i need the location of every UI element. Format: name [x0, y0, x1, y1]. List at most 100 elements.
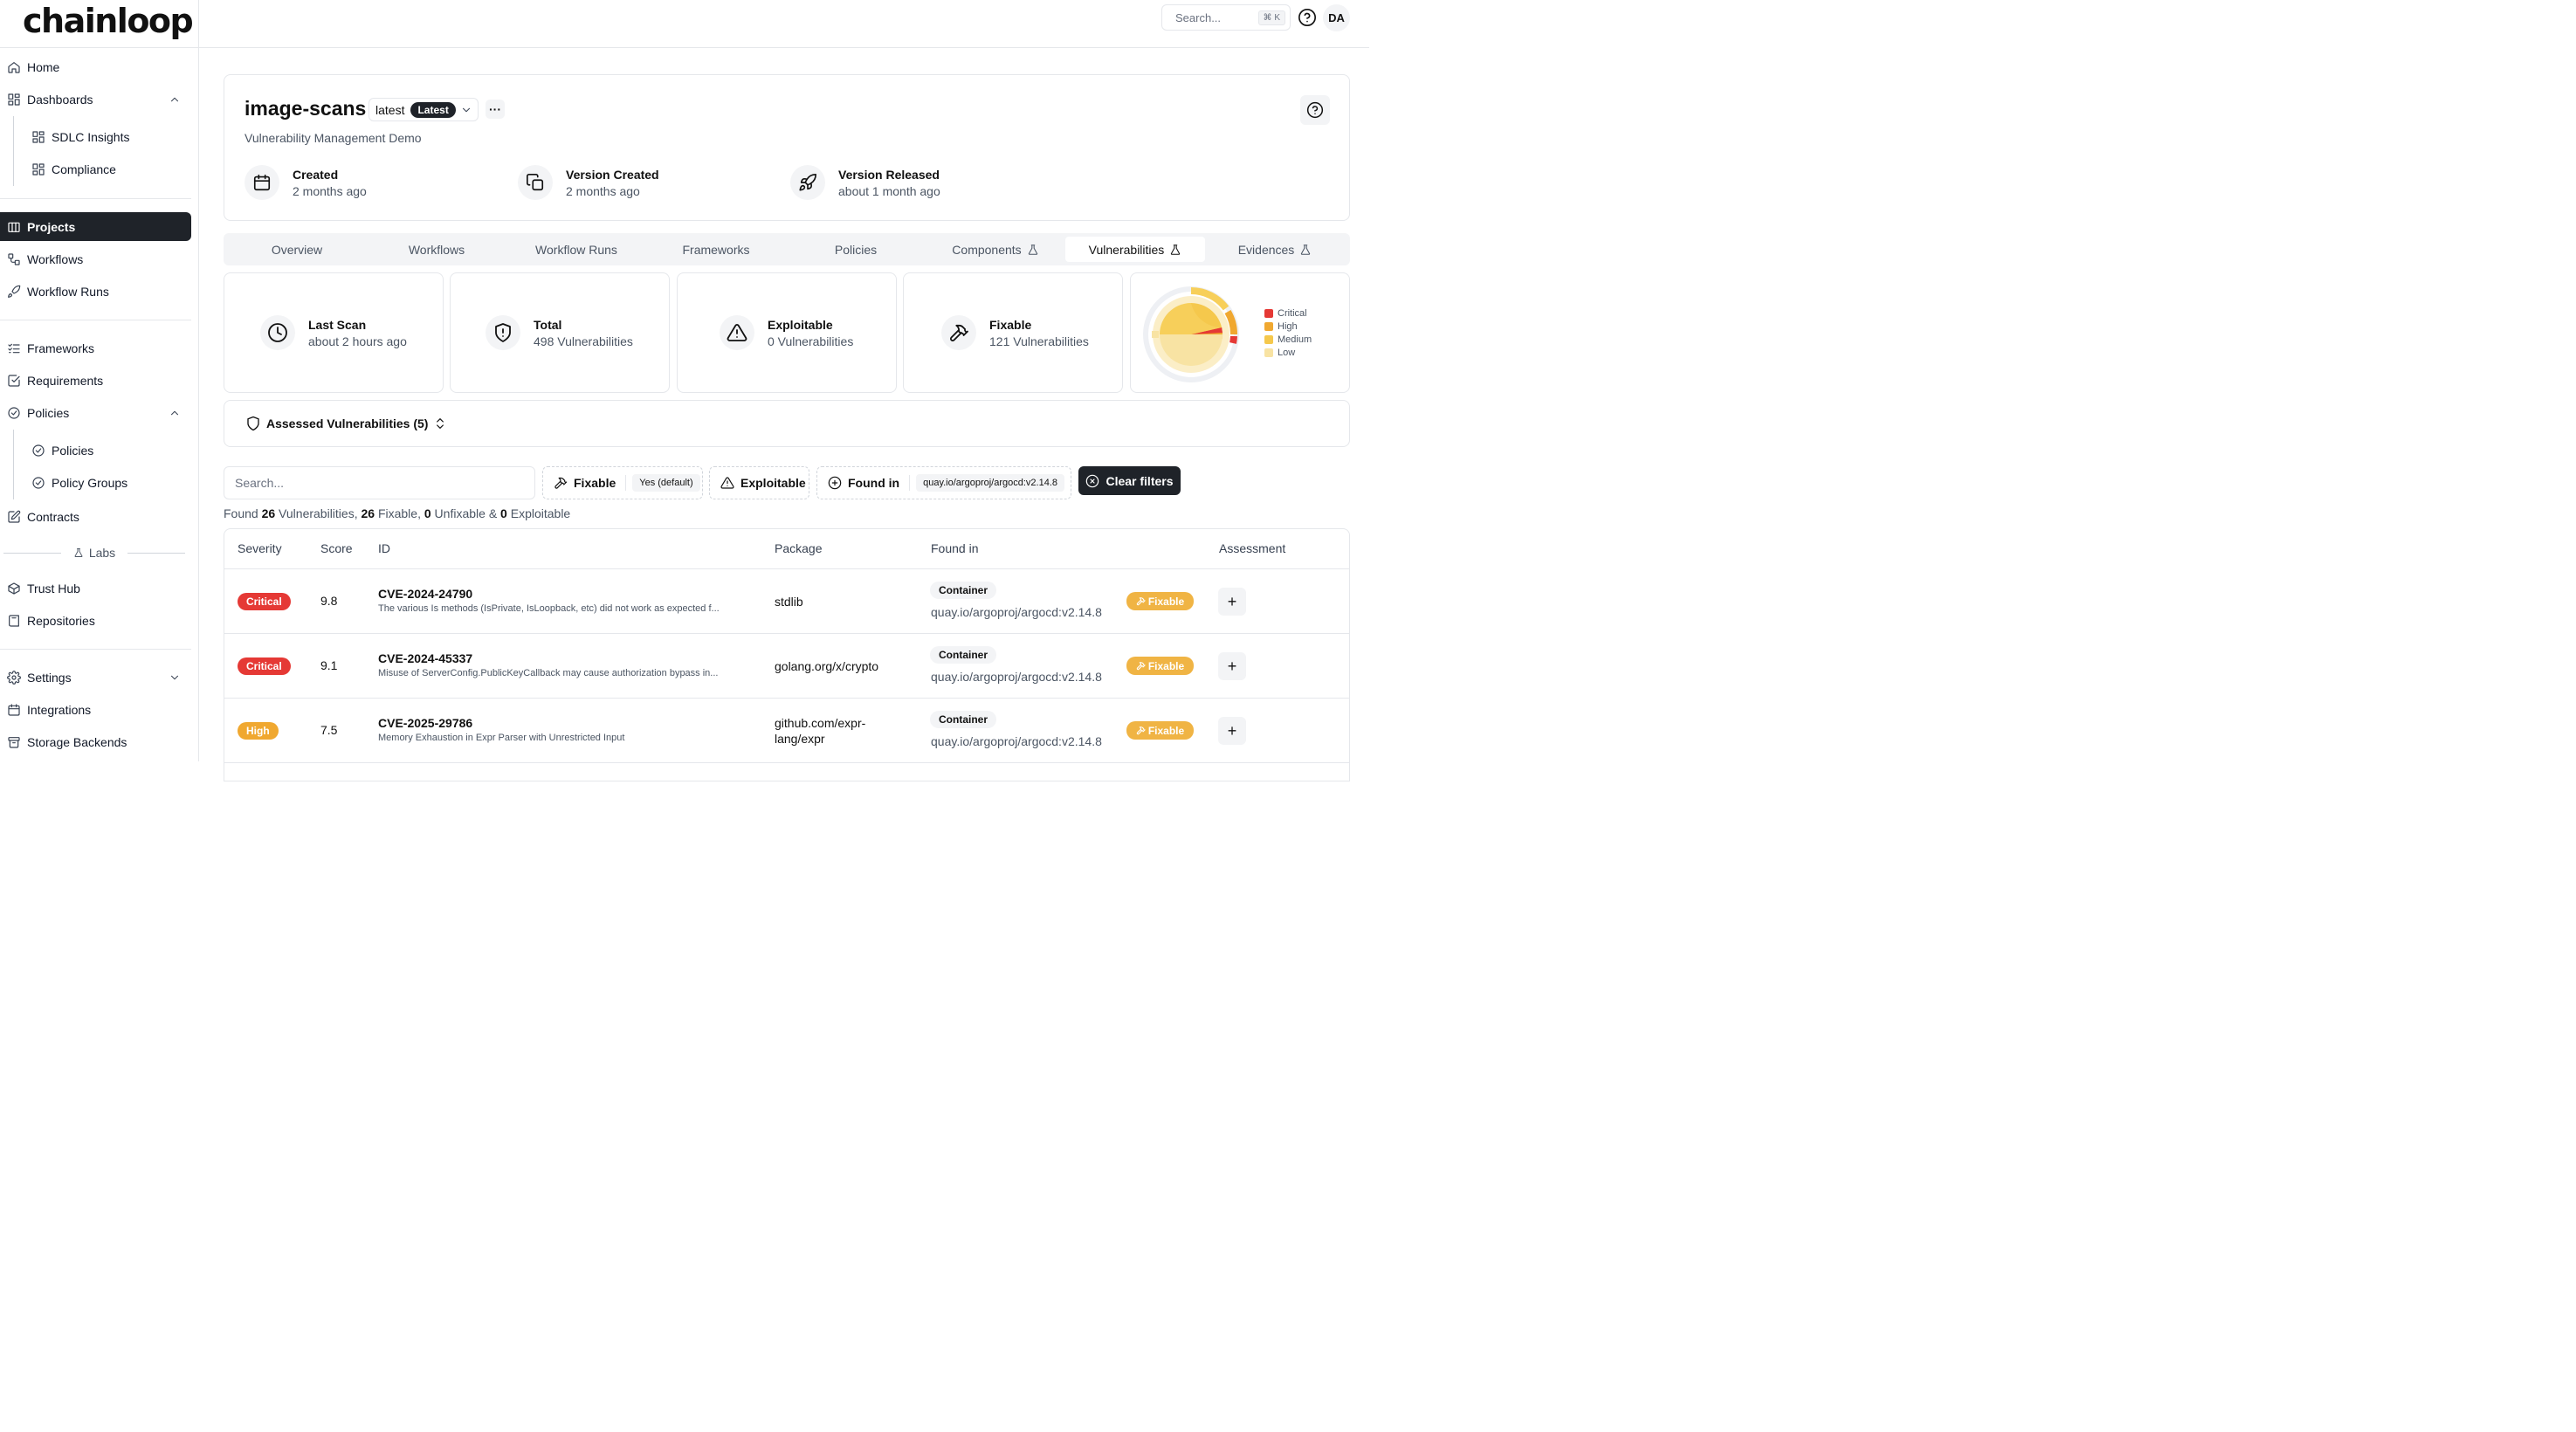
sidebar-item-dashboards[interactable]: Dashboards: [0, 85, 191, 114]
package-name: stdlib: [775, 595, 803, 609]
sidebar-item-sdlc-insights[interactable]: SDLC Insights: [0, 122, 191, 151]
sidebar-item-policy-groups[interactable]: Policy Groups: [0, 468, 191, 497]
stat-exploitable: Exploitable 0 Vulnerabilities: [677, 272, 897, 393]
sidebar-item-integrations[interactable]: Integrations: [0, 695, 191, 724]
avatar[interactable]: DA: [1323, 4, 1350, 31]
sidebar-item-frameworks[interactable]: Frameworks: [0, 334, 191, 362]
version-select[interactable]: latest Latest: [368, 98, 479, 121]
vulnerabilities-table: Severity Score ID Package Found in Asses…: [224, 528, 1350, 781]
column-header[interactable]: Score: [320, 541, 353, 555]
clear-filters-label: Clear filters: [1105, 473, 1174, 488]
sidebar-item-workflow-runs[interactable]: Workflow Runs: [0, 277, 191, 306]
sidebar-item-label: Repositories: [27, 613, 95, 628]
cve-id[interactable]: CVE-2024-24790: [378, 587, 472, 601]
fixable-label: Fixable: [1147, 659, 1185, 672]
stat-title: Last Scan: [308, 317, 367, 332]
cve-id[interactable]: CVE-2025-29786: [378, 716, 472, 730]
stat-total: Total 498 Vulnerabilities: [450, 272, 670, 393]
more-options-button[interactable]: ···: [486, 100, 505, 119]
package-name: github.com/expr-lang/expr: [775, 716, 866, 746]
tab-workflows[interactable]: Workflows: [367, 237, 506, 262]
meta-title: Created: [293, 167, 339, 182]
sidebar-item-settings[interactable]: Settings: [0, 663, 191, 692]
clock-icon: [268, 323, 287, 342]
legend-label: Low: [1278, 347, 1296, 358]
sidebar-item-trust-hub[interactable]: Trust Hub: [0, 574, 191, 602]
labs-divider: Labs: [3, 544, 186, 561]
tab-overview[interactable]: Overview: [227, 237, 367, 262]
tab-evidences[interactable]: Evidences: [1205, 237, 1345, 262]
table-row[interactable]: Critical 9.8 CVE-2024-24790 The various …: [224, 569, 1349, 634]
stat-title: Exploitable: [768, 317, 833, 332]
chevron-up-icon[interactable]: [169, 93, 181, 106]
tab-policies[interactable]: Policies: [786, 237, 926, 262]
clear-filters-button[interactable]: Clear filters: [1078, 466, 1181, 495]
found-in-filter[interactable]: Found in quay.io/argoproj/argocd:v2.14.8: [816, 466, 1071, 499]
sidebar-item-requirements[interactable]: Requirements: [0, 366, 191, 395]
sidebar-item-contracts[interactable]: Contracts: [0, 502, 191, 531]
column-header[interactable]: Found in: [931, 541, 978, 555]
exploitable-filter[interactable]: Exploitable: [709, 466, 809, 499]
home-icon: [8, 61, 20, 73]
tab-frameworks[interactable]: Frameworks: [646, 237, 786, 262]
column-header[interactable]: Severity: [238, 541, 282, 555]
check-circle-icon: [32, 444, 45, 457]
legend-label: High: [1278, 320, 1298, 332]
summary-total: 26: [261, 506, 276, 520]
table-row[interactable]: Critical 9.1 CVE-2024-45337 Misuse of Se…: [224, 634, 1349, 699]
chevron-up-icon[interactable]: [169, 407, 181, 419]
hammer-icon: [1136, 597, 1146, 606]
stat-value: 498 Vulnerabilities: [534, 334, 633, 348]
chevrons-up-down-icon[interactable]: [433, 417, 447, 430]
add-assessment-button[interactable]: +: [1218, 588, 1246, 616]
column-header[interactable]: Package: [775, 541, 822, 555]
sidebar-item-policies[interactable]: Policies: [0, 398, 191, 427]
global-search-input[interactable]: Search... ⌘ K: [1161, 4, 1291, 31]
legend-item: High: [1264, 320, 1312, 333]
hammer-icon: [950, 324, 968, 341]
search-placeholder: Search...: [235, 476, 285, 490]
sidebar-item-compliance[interactable]: Compliance: [0, 155, 191, 183]
found-in-value: quay.io/argoproj/argocd:v2.14.8: [931, 670, 1102, 684]
package-icon: [8, 582, 20, 595]
help-icon: [1306, 101, 1324, 119]
meta-value: about 1 month ago: [838, 183, 940, 198]
assessed-vulnerabilities-bar[interactable]: Assessed Vulnerabilities (5): [224, 400, 1350, 447]
tab-components[interactable]: Components: [926, 237, 1065, 262]
check-circle-icon: [8, 406, 20, 419]
sidebar-item-projects[interactable]: Projects: [0, 212, 191, 241]
sidebar-item-workflows[interactable]: Workflows: [0, 244, 191, 273]
table-row[interactable]: High 7.5 CVE-2025-29786 Memory Exhaustio…: [224, 699, 1349, 763]
sidebar-item-label: Settings: [27, 670, 72, 685]
rocket-icon: [8, 285, 21, 298]
sidebar-item-policies-sub[interactable]: Policies: [0, 436, 191, 465]
vulnerability-search-input[interactable]: Search...: [224, 466, 535, 499]
column-header[interactable]: Assessment: [1219, 541, 1285, 555]
sidebar-item-repositories[interactable]: Repositories: [0, 606, 191, 635]
legend-item: Low: [1264, 346, 1312, 359]
tab-vulnerabilities[interactable]: Vulnerabilities: [1065, 237, 1205, 262]
add-assessment-button[interactable]: +: [1218, 717, 1246, 745]
sidebar-item-storage-backends[interactable]: Storage Backends: [0, 727, 191, 756]
column-header[interactable]: ID: [378, 541, 390, 555]
meta-version-created: Version Created 2 months ago: [518, 165, 659, 200]
add-assessment-button[interactable]: +: [1218, 652, 1246, 680]
legend-swatch: [1264, 321, 1273, 331]
divider: [909, 475, 911, 491]
help-button[interactable]: [1300, 95, 1330, 125]
sidebar-item-label: Integrations: [27, 702, 92, 717]
tab-workflow-runs[interactable]: Workflow Runs: [506, 237, 646, 262]
fixable-filter[interactable]: Fixable Yes (default): [542, 466, 703, 499]
fixable-badge: Fixable: [1126, 721, 1194, 740]
help-icon[interactable]: [1298, 8, 1317, 27]
sidebar-item-home[interactable]: Home: [0, 52, 191, 81]
cve-id[interactable]: CVE-2024-45337: [378, 651, 472, 665]
archive-icon: [8, 736, 20, 748]
chainloop-logo[interactable]: chainloop: [23, 2, 194, 40]
sidebar-item-label: Workflows: [27, 251, 84, 266]
dashboard-icon: [32, 162, 45, 176]
legend-swatch: [1264, 348, 1273, 357]
chevron-down-icon[interactable]: [169, 671, 181, 684]
legend-label: Medium: [1278, 334, 1312, 345]
donut-tick: [1152, 331, 1159, 338]
